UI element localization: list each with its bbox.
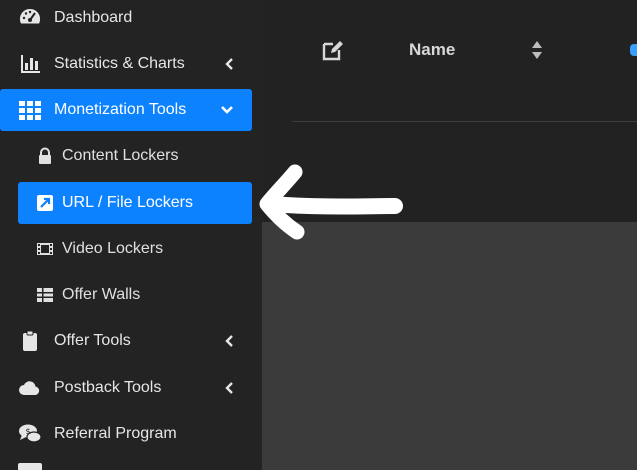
sidebar-item-label: Offer Tools <box>54 332 131 349</box>
subnav-item-video-lockers[interactable]: Video Lockers <box>18 228 252 270</box>
subnav-item-label: URL / File Lockers <box>62 194 193 211</box>
subnav-item-content-lockers[interactable]: Content Lockers <box>18 135 252 177</box>
clipboard-icon <box>23 330 37 351</box>
annotation-arrow-icon <box>259 164 403 240</box>
subnav-item-label: Video Lockers <box>62 240 164 257</box>
sidebar-item-partial-icon <box>18 463 42 470</box>
external-link-icon <box>37 195 53 211</box>
sidebar-item-label: Monetization Tools <box>54 101 187 118</box>
sidebar-item-monetization-tools[interactable]: Monetization Tools <box>0 89 252 131</box>
lock-icon <box>39 147 51 164</box>
subnav-item-label: Offer Walls <box>62 286 141 303</box>
chevron-down-icon <box>221 106 233 114</box>
grid-icon <box>19 101 41 120</box>
sidebar-item-referral-program[interactable]: $ Referral Program <box>0 413 252 455</box>
subnav-item-label: Content Lockers <box>62 147 179 164</box>
cloud-icon <box>19 381 40 395</box>
chevron-left-icon <box>225 58 233 70</box>
partial-column-indicator <box>630 44 637 56</box>
svg-text:$: $ <box>25 427 30 436</box>
sort-icon[interactable] <box>531 40 543 60</box>
sidebar-item-offer-tools[interactable]: Offer Tools <box>0 320 252 362</box>
table-icon <box>37 288 53 302</box>
subnav-item-offer-walls[interactable]: Offer Walls <box>18 274 252 316</box>
sidebar-item-label: Referral Program <box>54 425 177 442</box>
sidebar-item-statistics[interactable]: Statistics & Charts <box>0 43 252 85</box>
subnav-item-url-file-lockers[interactable]: URL / File Lockers <box>18 182 252 224</box>
bar-chart-icon <box>21 55 40 73</box>
dashboard-icon <box>19 8 41 24</box>
column-header-name[interactable]: Name <box>409 40 455 60</box>
page: Dashboard Statistics & Charts Monetizati… <box>0 0 637 470</box>
edit-icon[interactable] <box>321 38 345 62</box>
chevron-left-icon <box>225 335 233 347</box>
film-icon <box>37 243 53 255</box>
main-content-body <box>262 222 637 470</box>
sidebar-item-label: Postback Tools <box>54 379 162 396</box>
chevron-left-icon <box>225 382 233 394</box>
sidebar-item-label: Dashboard <box>54 9 133 26</box>
sidebar-item-dashboard[interactable]: Dashboard <box>0 0 252 39</box>
sidebar-item-postback-tools[interactable]: Postback Tools <box>0 367 252 409</box>
sidebar: Dashboard Statistics & Charts Monetizati… <box>0 0 262 470</box>
sidebar-item-label: Statistics & Charts <box>54 55 185 72</box>
chat-dollar-icon: $ <box>19 424 42 443</box>
